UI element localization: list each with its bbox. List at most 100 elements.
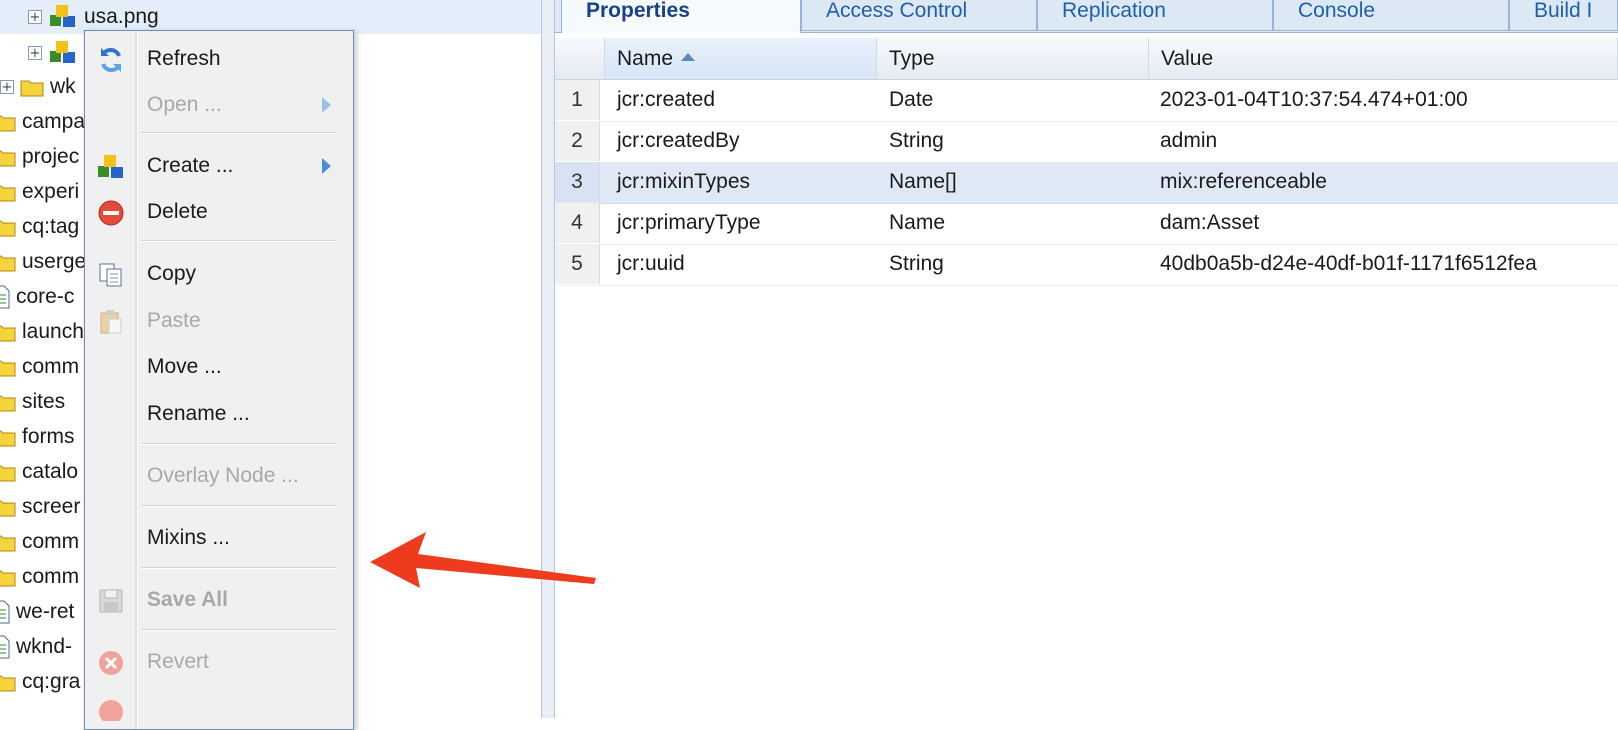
paste-icon	[97, 308, 125, 336]
tree-node-folder[interactable]: comm	[0, 525, 79, 559]
expand-icon[interactable]: +	[0, 80, 14, 94]
tree-node-label: forms	[22, 425, 75, 448]
tree-node-folder[interactable]: comm	[0, 350, 79, 384]
tree-node-file[interactable]: core-c	[0, 280, 74, 314]
expand-icon[interactable]: +	[28, 46, 42, 60]
asset-icon	[48, 39, 78, 67]
tree-node-folder[interactable]: launch	[0, 315, 84, 349]
menu-item-partial	[85, 691, 353, 721]
menu-item-mixins[interactable]: Mixins ...	[85, 518, 353, 558]
folder-icon	[0, 392, 16, 412]
column-header-value[interactable]: Value	[1149, 38, 1618, 80]
tab-replication[interactable]: Replication	[1037, 0, 1273, 31]
menu-item-label: Create ...	[147, 154, 234, 177]
folder-icon	[0, 252, 16, 272]
menu-item-copy[interactable]: Copy	[85, 254, 353, 294]
cell-type: Date	[889, 88, 934, 111]
properties-panel: Properties Access Control Replication Co…	[555, 0, 1618, 718]
cell-value: 2023-01-04T10:37:54.474+01:00	[1160, 88, 1468, 111]
table-row[interactable]: 4 jcr:primaryType Name dam:Asset	[555, 203, 1618, 245]
row-number: 1	[555, 80, 600, 120]
menu-item-refresh[interactable]: Refresh	[85, 39, 353, 79]
column-header-name[interactable]: Name	[605, 38, 877, 80]
cell-type: String	[889, 129, 944, 152]
table-row[interactable]: 5 jcr:uuid String 40db0a5b-d24e-40df-b01…	[555, 244, 1618, 286]
menu-separator	[141, 629, 337, 631]
tree-node-label: comm	[22, 565, 80, 588]
menu-item-label: Mixins ...	[147, 526, 230, 549]
menu-item-create[interactable]: Create ...	[85, 146, 353, 186]
tree-node-folder[interactable]: projec	[0, 140, 79, 174]
cell-name: jcr:mixinTypes	[617, 170, 751, 193]
folder-icon	[0, 147, 16, 167]
menu-item-rename[interactable]: Rename ...	[85, 394, 353, 434]
cell-type: Name[]	[889, 170, 957, 193]
column-header-label: Value	[1161, 47, 1214, 70]
menu-item-label: Refresh	[147, 47, 221, 70]
table-row[interactable]: 2 jcr:createdBy String admin	[555, 121, 1618, 163]
menu-item-delete[interactable]: Delete	[85, 192, 353, 232]
tree-node-label: campa	[22, 110, 86, 133]
tree-node-usa-png[interactable]: + usa.png	[0, 0, 541, 34]
menu-item-move[interactable]: Move ...	[85, 347, 353, 387]
table-row-selected[interactable]: 3 jcr:mixinTypes Name[] mix:referenceabl…	[555, 162, 1618, 204]
tree-node-folder[interactable]: cq:gra	[0, 665, 80, 699]
refresh-icon	[97, 46, 125, 74]
tree-node-folder[interactable]: experi	[0, 175, 79, 209]
sort-ascending-icon	[681, 53, 696, 62]
tab-properties[interactable]: Properties	[561, 0, 801, 33]
cell-name: jcr:uuid	[617, 252, 685, 275]
copy-icon	[97, 261, 125, 289]
expand-icon[interactable]: +	[28, 10, 42, 24]
folder-icon	[0, 357, 16, 377]
row-number: 2	[555, 121, 600, 161]
folder-icon	[0, 112, 16, 132]
menu-item-label: Rename ...	[147, 402, 250, 425]
revert-icon	[97, 649, 125, 677]
tab-console[interactable]: Console	[1273, 0, 1509, 31]
tree-node-folder[interactable]: screer	[0, 490, 80, 524]
folder-icon	[0, 567, 16, 587]
submenu-arrow-icon	[322, 97, 331, 113]
tree-node-folder[interactable]: comm	[0, 560, 79, 594]
panel-splitter[interactable]	[541, 0, 555, 718]
tree-node-folder[interactable]: forms	[0, 420, 75, 454]
folder-icon	[0, 462, 16, 482]
tab-build[interactable]: Build I	[1509, 0, 1618, 31]
column-header-label: Name	[617, 47, 674, 70]
save-icon	[97, 587, 125, 615]
file-icon	[0, 285, 10, 309]
tree-node-label: core-c	[16, 285, 75, 308]
menu-item-paste[interactable]: Paste	[85, 301, 353, 341]
tree-node-label: comm	[22, 355, 80, 378]
menu-separator	[141, 132, 337, 134]
tree-node-label: userge	[22, 250, 87, 273]
tree-node-folder[interactable]: cq:tag	[0, 210, 79, 244]
tree-node-label: projec	[22, 145, 80, 168]
tree-node-asset[interactable]: +	[28, 36, 84, 70]
menu-item-overlay-node[interactable]: Overlay Node ...	[85, 456, 353, 496]
submenu-arrow-icon	[322, 158, 331, 174]
table-row[interactable]: 1 jcr:created Date 2023-01-04T10:37:54.4…	[555, 80, 1618, 122]
menu-item-label: Copy	[147, 262, 197, 285]
tree-node-label: cq:tag	[22, 215, 80, 238]
menu-item-save-all[interactable]: Save All	[85, 580, 353, 620]
tree-node-folder[interactable]: sites	[0, 385, 65, 419]
menu-item-revert[interactable]: Revert	[85, 642, 353, 682]
tree-node-file[interactable]: wknd-	[0, 630, 72, 664]
tree-node-folder[interactable]: campa	[0, 105, 85, 139]
file-icon	[0, 600, 10, 624]
tree-node-label: screer	[22, 495, 81, 518]
tree-node-label: sites	[22, 390, 66, 413]
tab-access-control[interactable]: Access Control	[801, 0, 1037, 31]
tree-node-folder[interactable]: catalo	[0, 455, 78, 489]
tree-node-file[interactable]: we-ret	[0, 595, 74, 629]
column-header-type[interactable]: Type	[877, 38, 1149, 80]
menu-separator	[141, 240, 337, 242]
cell-value: mix:referenceable	[1160, 170, 1327, 193]
menu-item-open[interactable]: Open ...	[85, 85, 353, 125]
tree-node-folder[interactable]: userge	[0, 245, 86, 279]
folder-icon	[0, 497, 16, 517]
tree-node-wk[interactable]: + wk	[0, 70, 76, 104]
tree-node-label: catalo	[22, 460, 79, 483]
